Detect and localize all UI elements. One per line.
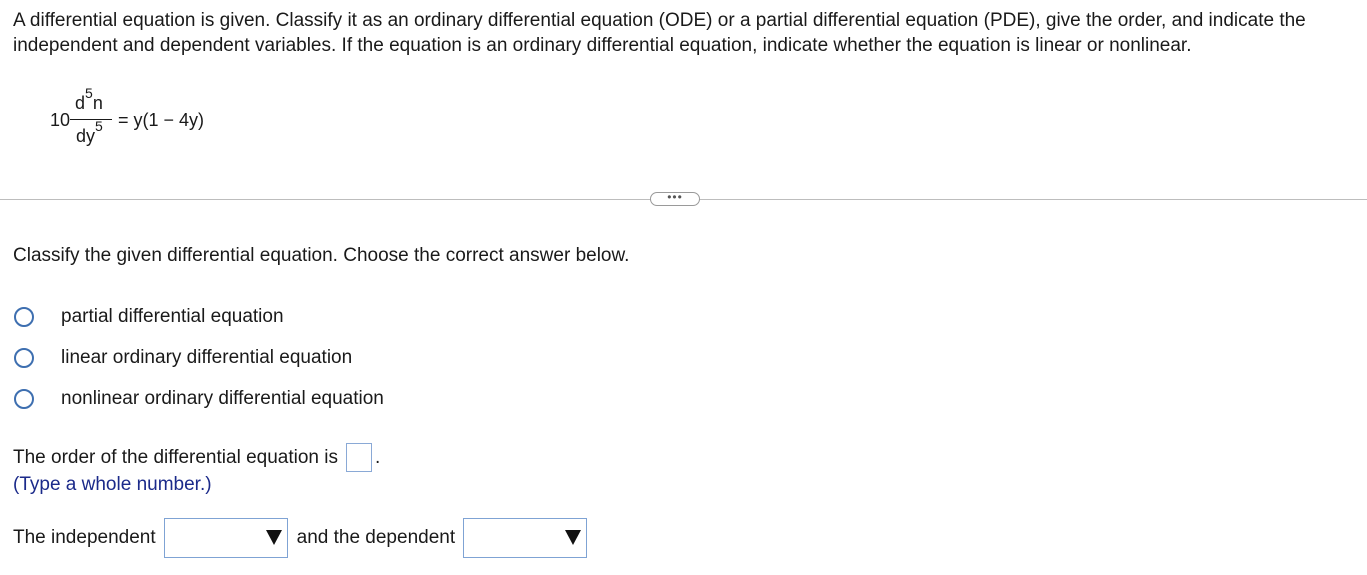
radio-circle-icon[interactable] [14,389,34,409]
option-linear-ode[interactable]: linear ordinary differential equation [14,345,384,386]
classify-prompt: Classify the given differential equation… [13,245,630,266]
option-partial-de[interactable]: partial differential equation [14,304,384,345]
triangle-down-icon[interactable] [265,530,282,545]
triangle-down-icon[interactable] [565,530,582,545]
numerator-exponent: 5 [85,85,93,101]
order-period: . [374,446,381,468]
order-line: The order of the differential equation i… [13,443,380,472]
numerator-base: d [75,93,86,113]
order-text: The order of the differential equation i… [13,446,338,468]
more-button[interactable]: ••• [650,191,700,206]
answer-options: partial differential equation linear ord… [14,304,384,427]
order-hint: (Type a whole number.) [13,474,212,495]
denominator-exponent: 5 [95,118,103,134]
equation-coefficient: 10 [50,110,71,130]
equation-numerator: d5n [75,85,103,114]
radio-circle-icon[interactable] [14,307,34,327]
fraction-bar [70,119,112,120]
denominator-base: dy [76,126,96,146]
option-label: nonlinear ordinary differential equation [61,388,384,409]
variables-line: The independent and the dependent [13,518,588,558]
option-label: partial differential equation [61,306,284,327]
dependent-variable-select[interactable] [463,518,588,558]
independent-variable-select[interactable] [163,518,288,558]
equation-denominator: dy5 [76,118,103,147]
numerator-var: n [92,93,103,113]
option-nonlinear-ode[interactable]: nonlinear ordinary differential equation [14,386,384,427]
option-label: linear ordinary differential equation [61,347,353,368]
independent-label: The independent [13,527,156,548]
equation: 10 d5n dy5 = y(1 − 4y) [50,84,310,164]
equation-rhs: = y(1 − 4y) [118,110,205,130]
dependent-label: and the dependent [296,527,456,548]
order-input[interactable] [345,443,372,472]
radio-circle-icon[interactable] [14,348,34,368]
question-text: A differential equation is given. Classi… [13,10,1306,56]
